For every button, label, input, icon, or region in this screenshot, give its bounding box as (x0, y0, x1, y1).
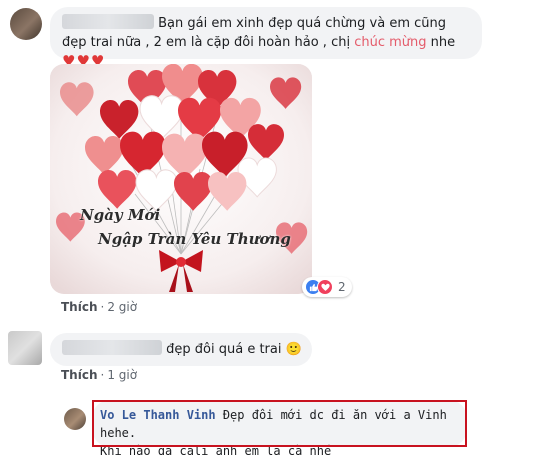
love-icon (317, 279, 333, 295)
blurred-author-name[interactable] (62, 340, 162, 355)
comment-time[interactable]: 1 giờ (107, 368, 137, 382)
commenter-avatar[interactable] (8, 331, 42, 365)
commenter-avatar[interactable] (10, 8, 42, 40)
comment-actions-1: Thích · 2 giờ (61, 300, 138, 314)
like-link[interactable]: Thích (61, 368, 98, 382)
image-caption-line2: Ngập Tràn Yêu Thương (98, 230, 291, 248)
smile-emoji: 🙂 (285, 342, 302, 357)
comment-body-end: nhe (426, 35, 456, 50)
reaction-summary[interactable]: 2 (302, 277, 352, 297)
comment-actions-2: Thích · 1 giờ (61, 368, 138, 382)
comment-bubble-1: Bạn gái em xinh đẹp quá chừng và em cũng… (50, 7, 482, 70)
commenter-avatar[interactable] (64, 408, 86, 430)
reaction-count: 2 (338, 280, 346, 294)
blurred-author-name[interactable] (62, 14, 154, 29)
highlight-annotation-box (92, 400, 467, 447)
comment-attached-image[interactable]: Ngày Mới Ngập Tràn Yêu Thương (50, 64, 312, 294)
comment-bubble-2: đẹp đôi quá e trai 🙂 (50, 333, 312, 366)
image-caption-line1: Ngày Mới (80, 206, 161, 224)
like-link[interactable]: Thích (61, 300, 98, 314)
comment-text: đẹp đôi quá e trai 🙂 (62, 340, 302, 359)
comment-body: đẹp đôi quá e trai (166, 342, 282, 357)
balloon-hearts-illustration (50, 64, 312, 294)
comment-time[interactable]: 2 giờ (107, 300, 137, 314)
comment-accent-text: chúc mừng (354, 35, 427, 50)
